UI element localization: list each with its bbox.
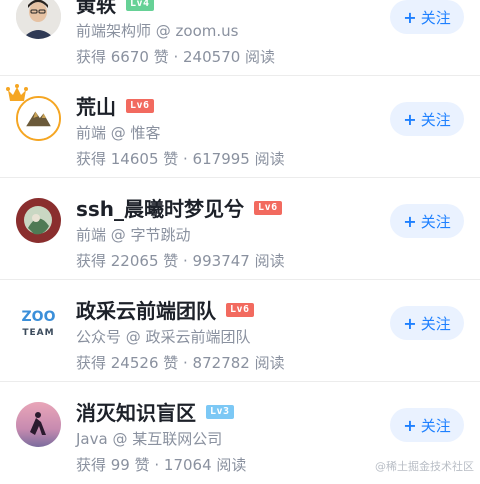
plus-icon: + <box>403 7 417 27</box>
list-item[interactable]: ssh_晨曦时梦见兮 Lv6 前端 @ 字节跳动 获得 22065 赞 · 99… <box>0 178 480 280</box>
author-stats: 获得 99 赞 · 17064 阅读 <box>76 456 247 474</box>
author-stats: 获得 24526 赞 · 872782 阅读 <box>76 354 285 372</box>
person-avatar-icon[interactable] <box>16 0 61 39</box>
author-title: 前端 @ 字节跳动 <box>76 226 191 244</box>
plus-icon: + <box>403 313 417 333</box>
list-item[interactable]: ZOO TEAM 政采云前端团队 Lv6 公众号 @ 政采云前端团队 获得 24… <box>0 280 480 382</box>
author-name-text[interactable]: 政采云前端团队 <box>76 295 216 324</box>
follow-button[interactable]: + 关注 <box>390 408 464 442</box>
author-title: 前端架构师 @ zoom.us <box>76 22 239 40</box>
level-badge: Lv4 <box>126 0 154 11</box>
follow-label: 关注 <box>420 8 451 27</box>
author-name-text[interactable]: ssh_晨曦时梦见兮 <box>76 193 244 222</box>
follow-button[interactable]: + 关注 <box>390 0 464 34</box>
author-name[interactable]: 黄轶 Lv4 <box>76 0 154 18</box>
follow-label: 关注 <box>420 314 451 333</box>
follow-label: 关注 <box>420 416 451 435</box>
author-name[interactable]: 消灭知识盲区 Lv3 <box>76 397 234 426</box>
author-stats: 获得 14605 赞 · 617995 阅读 <box>76 150 285 168</box>
author-stats: 获得 22065 赞 · 993747 阅读 <box>76 252 285 270</box>
plus-icon: + <box>403 109 417 129</box>
author-title: 前端 @ 惟客 <box>76 124 161 142</box>
level-badge: Lv3 <box>206 404 234 419</box>
plus-icon: + <box>403 415 417 435</box>
follow-label: 关注 <box>420 110 451 129</box>
follow-label: 关注 <box>420 212 451 231</box>
author-title: 公众号 @ 政采云前端团队 <box>76 328 251 346</box>
plus-icon: + <box>403 211 417 231</box>
author-stats: 获得 6670 赞 · 240570 阅读 <box>76 48 276 66</box>
follow-button[interactable]: + 关注 <box>390 102 464 136</box>
list-item[interactable]: 荒山 Lv6 前端 @ 惟客 获得 14605 赞 · 617995 阅读 + … <box>0 76 480 178</box>
level-badge: Lv6 <box>254 200 282 215</box>
sunset-runner-avatar-icon[interactable] <box>16 402 61 447</box>
author-title: Java @ 某互联网公司 <box>76 430 223 448</box>
level-badge: Lv6 <box>126 98 154 113</box>
crown-icon <box>6 84 28 101</box>
author-name-text[interactable]: 消灭知识盲区 <box>76 397 196 426</box>
svg-text:ZOO: ZOO <box>22 309 56 325</box>
follow-button[interactable]: + 关注 <box>390 204 464 238</box>
level-badge: Lv6 <box>226 302 254 317</box>
author-name[interactable]: ssh_晨曦时梦见兮 Lv6 <box>76 193 282 222</box>
author-name-text[interactable]: 黄轶 <box>76 0 116 18</box>
illustration-avatar-icon[interactable] <box>16 198 61 243</box>
zoo-team-logo-icon[interactable]: ZOO TEAM <box>16 300 61 345</box>
list-item[interactable]: 黄轶 Lv4 前端架构师 @ zoom.us 获得 6670 赞 · 24057… <box>0 0 480 76</box>
svg-text:TEAM: TEAM <box>22 328 54 338</box>
author-name[interactable]: 政采云前端团队 Lv6 <box>76 295 254 324</box>
author-list: 黄轶 Lv4 前端架构师 @ zoom.us 获得 6670 赞 · 24057… <box>0 0 480 484</box>
follow-button[interactable]: + 关注 <box>390 306 464 340</box>
author-name[interactable]: 荒山 Lv6 <box>76 91 154 120</box>
author-name-text[interactable]: 荒山 <box>76 91 116 120</box>
watermark: @稀土掘金技术社区 <box>375 460 474 473</box>
